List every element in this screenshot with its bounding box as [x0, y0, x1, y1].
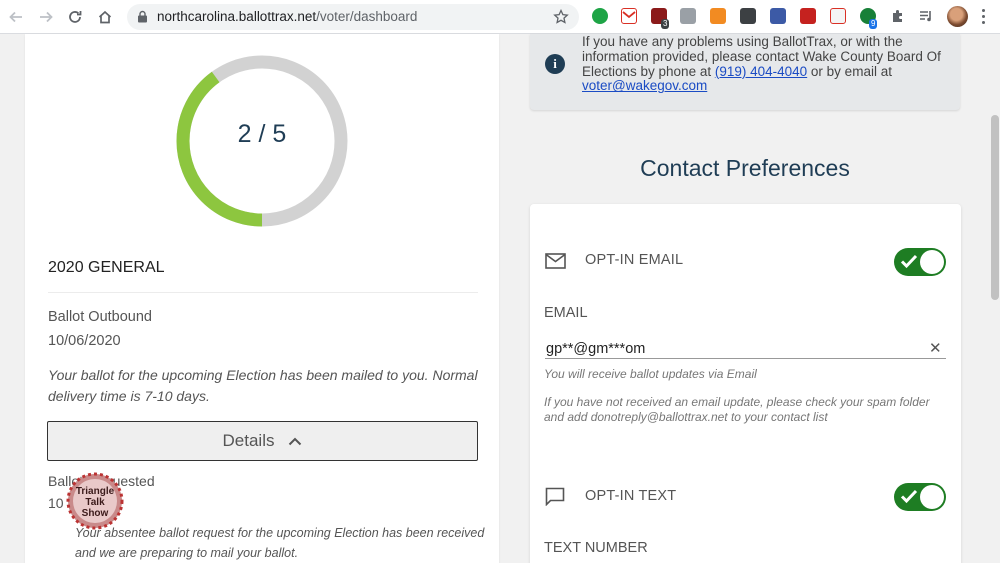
checkmark-icon: [900, 489, 918, 504]
lock-icon: [138, 10, 147, 23]
email-hint: You will receive ballot updates via Emai…: [544, 367, 757, 381]
alert-extension-icon[interactable]: [800, 8, 816, 24]
address-bar[interactable]: northcarolina.ballottrax.net/voter/dashb…: [127, 4, 579, 30]
details-label: Details: [222, 431, 275, 450]
extension-badge: 3: [661, 19, 670, 29]
keep-extension-icon[interactable]: [740, 8, 756, 24]
email-field[interactable]: [545, 339, 946, 359]
status-description: Your ballot for the upcoming Election ha…: [48, 367, 478, 404]
chat-bubble-icon: [545, 487, 565, 506]
bookmark-star-icon[interactable]: [553, 9, 569, 25]
forward-arrow-icon[interactable]: [36, 7, 56, 27]
reload-icon[interactable]: [65, 7, 85, 27]
extension-green-circle-icon[interactable]: [592, 8, 608, 24]
browser-menu-icon[interactable]: [982, 9, 986, 25]
phone-link[interactable]: (919) 404-4040: [715, 64, 807, 79]
opt-in-email-toggle[interactable]: [894, 248, 946, 276]
comment-extension-icon[interactable]: [680, 8, 696, 24]
text-number-label: TEXT NUMBER: [544, 540, 648, 556]
contact-preferences-heading: Contact Preferences: [640, 155, 850, 181]
opt-in-email-label: OPT-IN EMAIL: [585, 252, 684, 268]
star-extension-icon[interactable]: [770, 8, 786, 24]
progress-count: 2 / 5: [237, 120, 287, 148]
browser-toolbar: northcarolina.ballottrax.net/voter/dashb…: [0, 0, 1000, 34]
svg-text:Show: Show: [82, 508, 109, 519]
page-scrollbar-thumb[interactable]: [991, 115, 999, 300]
profile-avatar[interactable]: [947, 6, 968, 27]
email-link[interactable]: voter@wakegov.com: [582, 78, 707, 93]
details-button[interactable]: Details: [47, 421, 478, 461]
toggle-knob: [920, 485, 944, 509]
back-arrow-icon[interactable]: [6, 7, 26, 27]
toggle-knob: [920, 250, 944, 274]
clear-email-icon[interactable]: ✕: [929, 339, 942, 357]
opt-in-text-label: OPT-IN TEXT: [585, 488, 677, 504]
media-control-icon[interactable]: [918, 8, 934, 24]
rss-extension-icon[interactable]: [710, 8, 726, 24]
pdf-extension-icon[interactable]: [830, 8, 846, 24]
info-icon: i: [545, 54, 565, 74]
divider: [48, 292, 478, 293]
url-text: northcarolina.ballottrax.net/voter/dashb…: [157, 9, 418, 24]
svg-text:Talk: Talk: [85, 497, 105, 508]
chevron-up-icon: [289, 437, 302, 445]
status-label: Ballot Outbound: [48, 309, 152, 325]
extension-badge: 9: [869, 19, 878, 29]
info-text: If you have any problems using BallotTra…: [582, 34, 941, 94]
opt-in-text-toggle[interactable]: [894, 483, 946, 511]
email-field-label: EMAIL: [544, 305, 588, 321]
gmail-extension-icon[interactable]: [621, 8, 637, 24]
triangle-talk-show-watermark-logo: Triangle Talk Show: [66, 472, 124, 530]
status-date: 10/06/2020: [48, 333, 121, 349]
spam-folder-hint: If you have not received an email update…: [544, 395, 930, 424]
checkmark-icon: [900, 254, 918, 269]
election-title: 2020 GENERAL: [48, 259, 165, 276]
svg-text:Triangle: Triangle: [76, 486, 115, 497]
envelope-icon: [545, 253, 566, 269]
home-icon[interactable]: [95, 7, 115, 27]
puzzle-extensions-icon[interactable]: [890, 8, 906, 24]
previous-status-description: Your absentee ballot request for the upc…: [75, 526, 485, 560]
